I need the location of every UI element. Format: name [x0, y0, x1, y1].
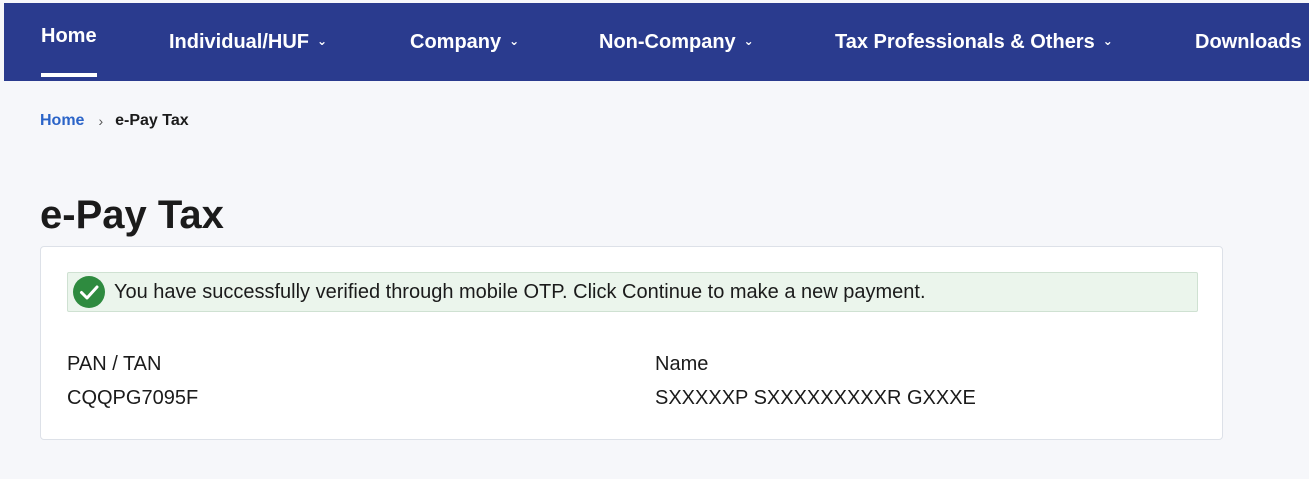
nav-individual-huf-label: Individual/HUF [169, 30, 309, 53]
breadcrumb-current: e-Pay Tax [115, 112, 189, 129]
breadcrumb-home-link[interactable]: Home [40, 112, 84, 130]
nav-downloads-label: Downloads [1195, 30, 1302, 53]
success-alert: You have successfully verified through m… [67, 272, 1198, 312]
name-value: SXXXXXP SXXXXXXXXXR GXXXE [655, 387, 976, 409]
nav-tax-professionals[interactable]: Tax Professionals & Others ⌄ [835, 3, 1113, 81]
top-navbar: Home Individual/HUF ⌄ Company ⌄ Non-Comp… [4, 3, 1309, 81]
chevron-down-icon: ⌄ [509, 34, 520, 48]
nav-home-label: Home [41, 24, 97, 47]
breadcrumb: Home › e-Pay Tax [40, 110, 189, 132]
pan-tan-label: PAN / TAN [67, 353, 162, 375]
details-card: You have successfully verified through m… [40, 246, 1223, 440]
chevron-right-icon: › [98, 113, 104, 129]
nav-active-underline [41, 73, 97, 77]
name-label: Name [655, 353, 709, 375]
nav-non-company-label: Non-Company [599, 30, 736, 53]
chevron-down-icon: ⌄ [317, 34, 328, 48]
nav-non-company[interactable]: Non-Company ⌄ [599, 3, 754, 81]
check-circle-icon [73, 276, 105, 308]
alert-message: You have successfully verified through m… [114, 280, 926, 303]
nav-home[interactable]: Home [41, 3, 97, 77]
page-title: e-Pay Tax [40, 193, 224, 237]
nav-tax-professionals-label: Tax Professionals & Others [835, 30, 1095, 53]
nav-downloads[interactable]: Downloads [1195, 3, 1302, 81]
pan-tan-value: CQQPG7095F [67, 387, 199, 409]
nav-company[interactable]: Company ⌄ [410, 3, 519, 81]
chevron-down-icon: ⌄ [743, 34, 754, 48]
nav-individual-huf[interactable]: Individual/HUF ⌄ [169, 3, 327, 81]
nav-company-label: Company [410, 30, 502, 53]
chevron-down-icon: ⌄ [1102, 34, 1113, 48]
